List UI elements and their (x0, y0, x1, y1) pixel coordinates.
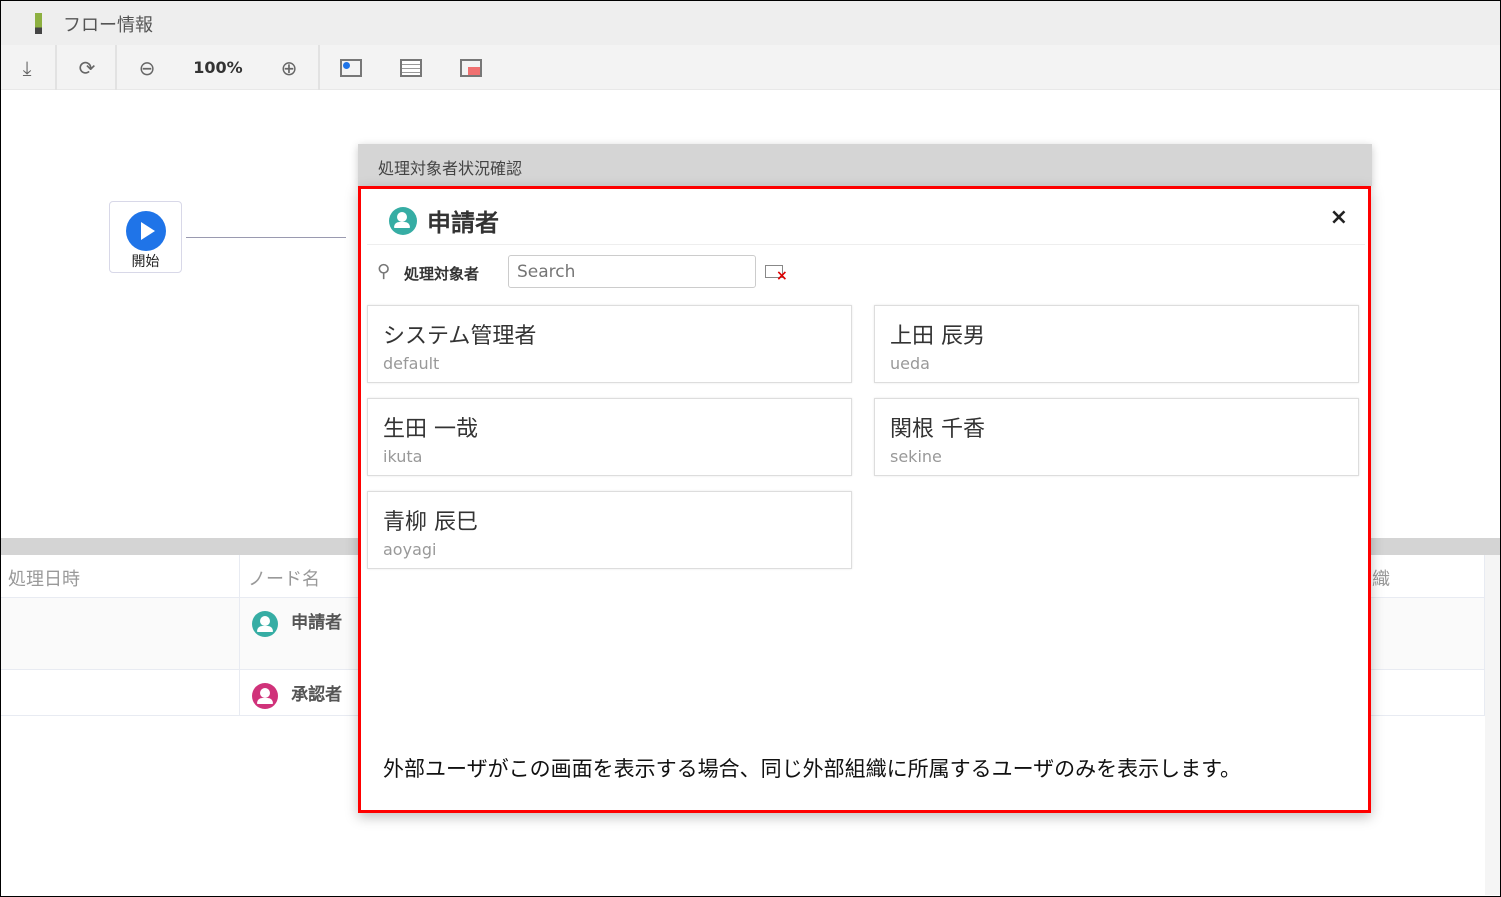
user-card[interactable]: 青柳 辰巳 aoyagi (367, 491, 852, 569)
window-title: フロー情報 (63, 15, 153, 36)
close-icon[interactable]: × (1330, 205, 1348, 230)
scroll-area (1485, 555, 1501, 895)
node-name: 申請者 (427, 209, 499, 237)
user-card[interactable]: 生田 一哉 ikuta (367, 398, 852, 476)
zoom-in-icon[interactable]: ⊕ (272, 45, 306, 90)
node-name: 申請者 (291, 613, 343, 633)
search-icon: ⚲ (377, 261, 391, 282)
title-bar: フロー情報 (0, 0, 1501, 45)
toolbar: ⤓ ⟳ ⊖ 100% ⊕ (0, 45, 1501, 90)
zoom-fit-icon[interactable]: ⟳ (70, 45, 104, 90)
start-node[interactable]: 開始 (109, 201, 182, 273)
clear-search-icon[interactable]: × (765, 265, 788, 284)
play-icon (125, 211, 166, 251)
node-name: 承認者 (291, 685, 343, 705)
zoom-out-icon[interactable]: ⊖ (130, 45, 164, 90)
dialog-node-header: 申請者 (389, 203, 499, 238)
col-org: 織 (1372, 569, 1390, 590)
table-view-icon[interactable] (394, 45, 428, 90)
table-row (0, 670, 240, 716)
dialog: 申請者 × ⚲ 処理対象者 × システム管理者default 上田 辰男ueda… (358, 186, 1371, 813)
search-input[interactable] (508, 255, 756, 288)
search-label: 処理対象者 (404, 265, 480, 283)
user-card[interactable]: 上田 辰男 ueda (874, 305, 1359, 383)
note-text: 外部ユーザがこの画面を表示する場合、同じ外部組織に所属するユーザのみを表示します… (383, 757, 1242, 781)
user-icon (252, 610, 278, 637)
app-icon (35, 13, 42, 34)
download-icon[interactable]: ⤓ (10, 45, 44, 90)
table-row (0, 598, 240, 670)
zoom-level: 100% (193, 58, 243, 77)
approver-icon (252, 682, 278, 709)
flow-view-icon[interactable] (334, 45, 368, 90)
col-date: 処理日時 (0, 555, 240, 598)
start-label: 開始 (131, 254, 160, 270)
user-card[interactable]: システム管理者 default (367, 305, 852, 383)
user-icon (389, 206, 417, 235)
flow-arrow (186, 237, 346, 238)
dialog-title: 処理対象者状況確認 (358, 144, 1372, 186)
window-view-icon[interactable] (454, 45, 488, 90)
user-card[interactable]: 関根 千香 sekine (874, 398, 1359, 476)
